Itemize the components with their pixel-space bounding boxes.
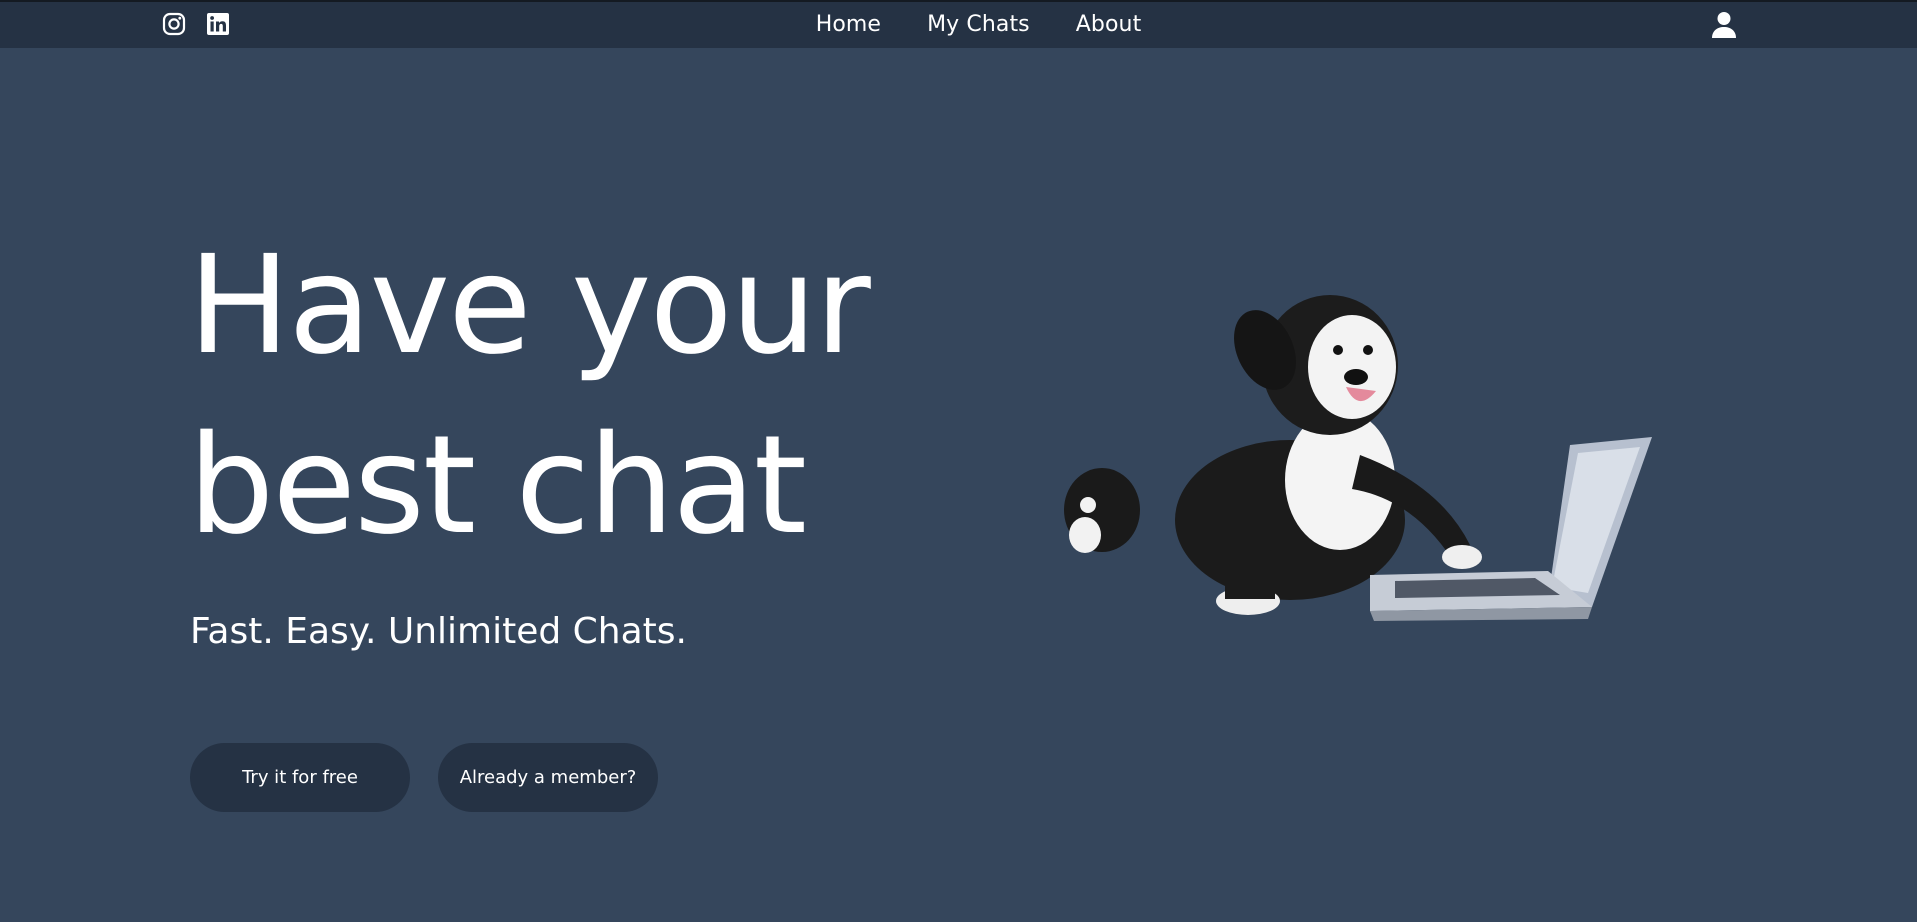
user-icon[interactable] — [1711, 11, 1737, 39]
main-nav: Home My Chats About — [0, 10, 1917, 40]
dog-illustration — [1064, 295, 1482, 615]
dog-with-laptop-image — [1064, 295, 1652, 621]
laptop-illustration — [1370, 437, 1652, 621]
nav-about[interactable]: About — [1076, 10, 1142, 40]
top-navigation-bar: Home My Chats About — [0, 0, 1917, 48]
hero-tagline: Fast. Easy. Unlimited Chats. — [190, 611, 687, 652]
try-free-button[interactable]: Try it for free — [190, 743, 410, 812]
hero-title: Have your best chat — [188, 216, 908, 576]
nav-my-chats[interactable]: My Chats — [927, 10, 1030, 40]
nav-home[interactable]: Home — [816, 10, 881, 40]
hero-title-line-1: Have your — [188, 227, 871, 385]
already-member-button[interactable]: Already a member? — [438, 743, 658, 812]
hero-title-line-2: best chat — [188, 407, 807, 565]
